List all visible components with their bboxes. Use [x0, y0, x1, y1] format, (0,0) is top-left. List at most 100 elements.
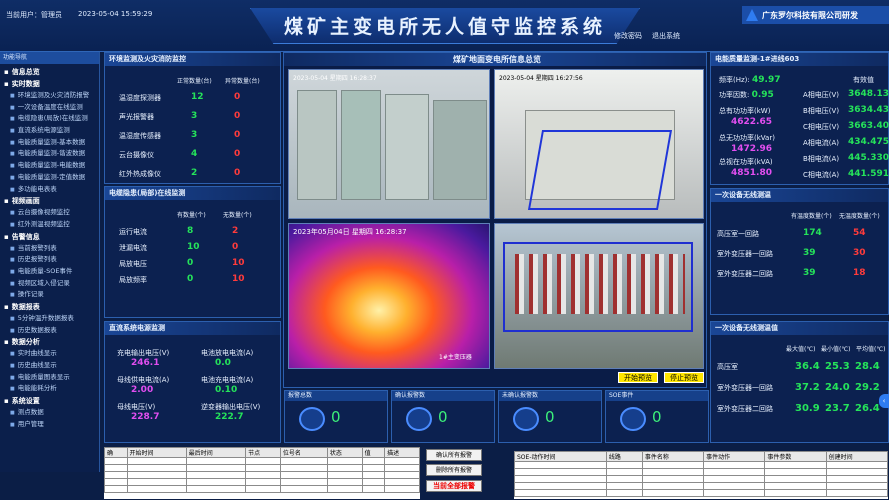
table-cell	[326, 457, 363, 465]
sidebar-item[interactable]: 多功能电表表	[0, 184, 99, 196]
table-row[interactable]	[514, 468, 889, 476]
table-cell	[185, 485, 247, 493]
temps-col-header: 最小值(℃)	[821, 346, 851, 353]
sidebar-group[interactable]: 数据分析	[0, 336, 99, 348]
dc-item-value: 228.7	[131, 412, 160, 422]
sidebar-item[interactable]: 当前报警列表	[0, 243, 99, 255]
sidebar-item[interactable]: 视频区域入侵记录	[0, 278, 99, 290]
env-col-normal: 正常数量(台)	[177, 78, 212, 85]
dc-item-value: 246.1	[131, 358, 160, 368]
sidebar-item[interactable]: 环境监测及火灾消防报警	[0, 90, 99, 102]
table-row[interactable]	[104, 457, 420, 465]
soe-col-header[interactable]: 事件动作	[703, 451, 766, 462]
sidebar-item[interactable]: 电能质量监测-基本数据	[0, 137, 99, 149]
event-col-header[interactable]: 最后时间	[185, 447, 247, 458]
table-cell	[326, 471, 363, 479]
camera-1-timestamp: 2023-05-04 星期四 16:28:37	[293, 75, 377, 82]
temps-min-value: 24.0	[825, 382, 850, 393]
dc-item-label: 母线电压(V)	[117, 403, 156, 411]
phase-value: 441.591	[848, 169, 889, 179]
event-col-header[interactable]: 描述	[384, 447, 420, 458]
sidebar-group[interactable]: 视频画面	[0, 195, 99, 207]
table-cell	[245, 457, 281, 465]
event-col-header[interactable]: 确	[104, 447, 128, 458]
sidebar-item[interactable]: 电能质量监测-定值数据	[0, 172, 99, 184]
delete-all-alarms-button[interactable]: 删除所有报警	[426, 464, 482, 476]
sidebar-item[interactable]: 电能质量-SOE事件	[0, 266, 99, 278]
pf-label: 功率因数:	[719, 91, 750, 99]
sidebar-group[interactable]: 数据报表	[0, 301, 99, 313]
env-normal-count: 3	[191, 111, 198, 121]
alarm-summary-value: 0	[545, 408, 555, 426]
table-row[interactable]	[514, 482, 889, 490]
temps-avg-value: 28.4	[855, 361, 880, 372]
table-row[interactable]	[104, 471, 420, 479]
sidebar-item[interactable]: 一次设备温度在线监测	[0, 102, 99, 114]
confirm-all-alarms-button[interactable]: 确认所有报警	[426, 449, 482, 461]
soe-col-header[interactable]: 创建时间	[825, 451, 889, 462]
table-cell	[641, 475, 705, 483]
table-row[interactable]	[104, 485, 420, 493]
event-col-header[interactable]: 状态	[326, 447, 363, 458]
table-row[interactable]	[514, 475, 889, 483]
thermal-camera-view[interactable]: 2023年05月04日 星期四 16:28:37 1#主变压器	[288, 223, 490, 369]
event-col-header[interactable]: 位号名	[279, 447, 328, 458]
sidebar-item[interactable]: 实时曲线显示	[0, 348, 99, 360]
sidebar-item[interactable]: 历史报警列表	[0, 254, 99, 266]
env-row-label: 云台摄像仪	[119, 151, 154, 159]
event-table-header: 确开始时间 最后时间 节点 位号名 状态值描述	[104, 447, 420, 458]
phase-label: A相电流(A)	[803, 139, 840, 147]
sidebar-group[interactable]: 实时数据	[0, 78, 99, 90]
sidebar-item[interactable]: 5分钟温升数据报表	[0, 313, 99, 325]
sidebar-item[interactable]: 红外测温视频监控	[0, 219, 99, 231]
soe-col-header[interactable]: 事件参数	[764, 451, 827, 462]
phase-value: 434.475	[848, 137, 889, 147]
event-col-header[interactable]: 节点	[245, 447, 281, 458]
table-row[interactable]	[104, 464, 420, 472]
camera-1-view[interactable]: 2023-05-04 星期四 16:28:37	[288, 69, 490, 219]
video-panel-title: 煤矿地面变电所信息总览	[284, 53, 706, 66]
sidebar-item[interactable]: 操作记录	[0, 289, 99, 301]
env-normal-count: 2	[191, 168, 198, 178]
table-row[interactable]	[514, 489, 889, 497]
event-col-header[interactable]: 值	[361, 447, 386, 458]
table-row[interactable]	[104, 478, 420, 486]
phase-value: 3634.43	[848, 105, 889, 115]
soe-col-header[interactable]: 线路	[605, 451, 643, 462]
cable-col-have: 有数量(个)	[177, 212, 206, 219]
collapse-arrow-icon[interactable]: ‹	[879, 394, 889, 408]
pf-value: 0.95	[751, 90, 774, 100]
sidebar-item[interactable]: 电能质量图表显示	[0, 372, 99, 384]
sidebar-item[interactable]: 电能质量监测-谐波数据	[0, 148, 99, 160]
sidebar-item[interactable]: 用户管理	[0, 419, 99, 431]
sidebar-item[interactable]: 电能能耗分析	[0, 383, 99, 395]
sidebar-group[interactable]: 信息总览	[0, 66, 99, 78]
sidebar-item[interactable]: 直流系统电源监测	[0, 125, 99, 137]
dc-item-label: 母线供电电流(A)	[117, 376, 170, 384]
change-password-link[interactable]: 修改密码	[614, 31, 642, 41]
event-col-header[interactable]: 开始时间	[126, 447, 187, 458]
sidebar-item[interactable]: 历史曲线显示	[0, 360, 99, 372]
sidebar-item[interactable]: 云台摄像视频监控	[0, 207, 99, 219]
soe-event-table[interactable]: SOE-动作时间 线路 事件名称 事件动作 事件参数 创建时间	[514, 451, 889, 499]
camera-2-view[interactable]: 2023-05-04 星期四 16:27:56	[494, 69, 704, 219]
stop-preview-button[interactable]: 停止预览	[664, 372, 704, 383]
soe-col-header[interactable]: 事件名称	[641, 451, 705, 462]
table-row[interactable]	[514, 461, 889, 469]
outdoor-camera-view[interactable]	[494, 223, 704, 369]
sidebar-group[interactable]: 系统设置	[0, 395, 99, 407]
alarm-event-table[interactable]: 确开始时间 最后时间 节点 位号名 状态值描述	[104, 447, 420, 499]
soe-col-header[interactable]: SOE-动作时间	[514, 451, 607, 462]
table-cell	[245, 471, 281, 479]
table-cell	[279, 471, 328, 479]
sidebar-item[interactable]: 电缆隐患(局放)在线监测	[0, 113, 99, 125]
sidebar-item[interactable]: 电能质量监测-电能数据	[0, 160, 99, 172]
cable-none-count: 10	[232, 258, 245, 268]
sidebar-group[interactable]: 告警信息	[0, 231, 99, 243]
sidebar-item[interactable]: 测点数据	[0, 407, 99, 419]
sidebar-item[interactable]: 历史数据报表	[0, 325, 99, 337]
table-cell	[605, 489, 643, 497]
current-all-alarms-button[interactable]: 当前全部报警	[426, 480, 482, 492]
logout-link[interactable]: 退出系统	[652, 31, 680, 41]
start-preview-button[interactable]: 开始预览	[618, 372, 658, 383]
